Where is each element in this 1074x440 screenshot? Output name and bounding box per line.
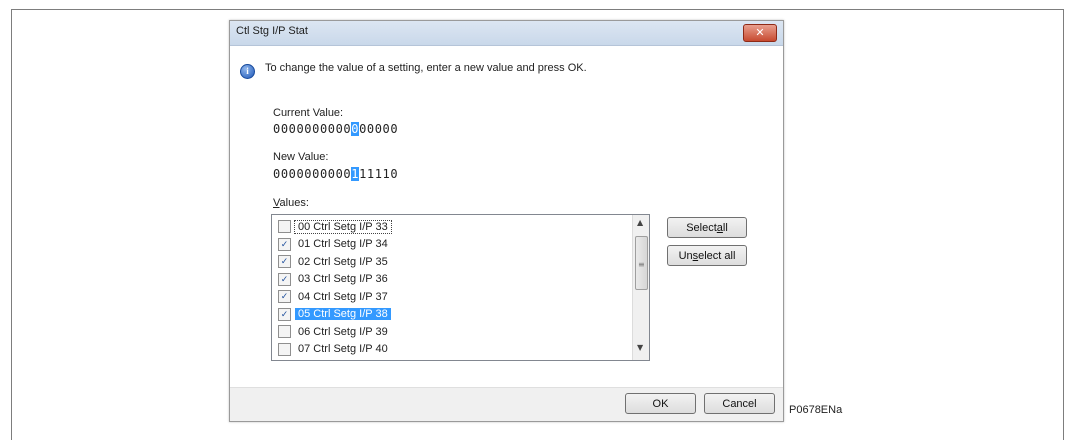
list-item-label: 01 Ctrl Setg I/P 34 xyxy=(298,238,388,250)
current-value-end: 00000 xyxy=(359,122,399,136)
current-value-start: 0000000000 xyxy=(273,122,352,136)
list-item[interactable]: ✓ 01 Ctrl Setg I/P 34 xyxy=(278,237,391,252)
info-icon: i xyxy=(240,64,255,79)
title-bar[interactable]: Ctl Stg I/P Stat ✕ xyxy=(230,21,783,46)
values-label-rest: alues: xyxy=(279,197,309,209)
list-item-label: 02 Ctrl Setg I/P 35 xyxy=(298,255,388,268)
list-item-label: 04 Ctrl Setg I/P 37 xyxy=(298,290,388,303)
list-item[interactable]: ✓ 02 Ctrl Setg I/P 35 xyxy=(278,254,391,269)
new-value-start: 0000000000 xyxy=(273,167,352,181)
current-value-label: Current Value: xyxy=(273,107,344,119)
scroll-thumb[interactable]: ≡ xyxy=(635,236,648,290)
scroll-down-icon[interactable]: ▼ xyxy=(637,343,643,352)
select-all-prefix: Select xyxy=(686,221,717,234)
unselect-all-button[interactable]: Un s elect all xyxy=(667,245,747,266)
close-icon: ✕ xyxy=(755,26,765,39)
new-value-end: 11110 xyxy=(359,167,399,181)
list-item[interactable]: ✓ 05 Ctrl Setg I/P 38 xyxy=(278,307,391,322)
checkbox[interactable] xyxy=(278,342,291,356)
unselect-all-prefix: Un xyxy=(678,249,693,262)
checkbox-checked[interactable]: ✓ xyxy=(278,272,291,286)
checkbox-checked[interactable]: ✓ xyxy=(278,255,291,268)
current-value-field[interactable]: 0000000000000000 xyxy=(273,122,398,136)
list-item-label: 00 Ctrl Setg I/P 33 xyxy=(294,219,392,234)
checkbox[interactable] xyxy=(278,220,291,233)
new-value-label: New Value: xyxy=(273,151,329,163)
new-value-caret: 1 xyxy=(351,167,360,181)
instruction-message: To change the value of a setting, enter … xyxy=(265,62,587,74)
checkbox-checked[interactable]: ✓ xyxy=(278,307,291,321)
current-value-caret: 0 xyxy=(351,122,360,136)
select-all-rest: ll xyxy=(722,221,728,234)
list-item-label: 06 Ctrl Setg I/P 39 xyxy=(298,325,388,338)
list-item-label: 03 Ctrl Setg I/P 36 xyxy=(298,273,388,285)
select-all-button[interactable]: Select a ll xyxy=(667,217,747,238)
list-item-label: 05 Ctrl Setg I/P 38 xyxy=(295,308,391,320)
new-value-field[interactable]: 0000000000111110 xyxy=(273,167,398,181)
unselect-all-rest: elect all xyxy=(698,249,736,262)
list-item[interactable]: ✓ 03 Ctrl Setg I/P 36 xyxy=(278,272,391,287)
list-item-label: 07 Ctrl Setg I/P 40 xyxy=(298,343,388,355)
grip-icon: ≡ xyxy=(638,260,645,269)
scroll-up-icon[interactable]: ▲ xyxy=(637,218,643,227)
list-item[interactable]: 06 Ctrl Setg I/P 39 xyxy=(278,324,391,339)
cancel-button[interactable]: Cancel xyxy=(704,393,775,414)
list-item[interactable]: 07 Ctrl Setg I/P 40 xyxy=(278,342,391,357)
checkbox[interactable] xyxy=(278,325,291,338)
dialog-footer: OK Cancel xyxy=(230,387,783,421)
ok-button[interactable]: OK xyxy=(625,393,696,414)
checkbox-checked[interactable]: ✓ xyxy=(278,237,291,251)
figure-id: P0678ENa xyxy=(789,404,843,416)
values-label: Values: xyxy=(273,197,309,209)
listbox-scrollbar[interactable]: ▲ ≡ ▼ xyxy=(632,215,649,360)
list-item[interactable]: 00 Ctrl Setg I/P 33 xyxy=(278,219,392,234)
dialog-title: Ctl Stg I/P Stat xyxy=(236,25,308,37)
values-listbox[interactable]: 00 Ctrl Setg I/P 33 ✓ 01 Ctrl Setg I/P 34 ✓… xyxy=(271,214,650,361)
checkbox-checked[interactable]: ✓ xyxy=(278,290,291,303)
list-item[interactable]: ✓ 04 Ctrl Setg I/P 37 xyxy=(278,289,391,304)
close-button[interactable]: ✕ xyxy=(743,24,777,42)
dialog-window: Ctl Stg I/P Stat ✕ i To change the value… xyxy=(229,20,784,422)
